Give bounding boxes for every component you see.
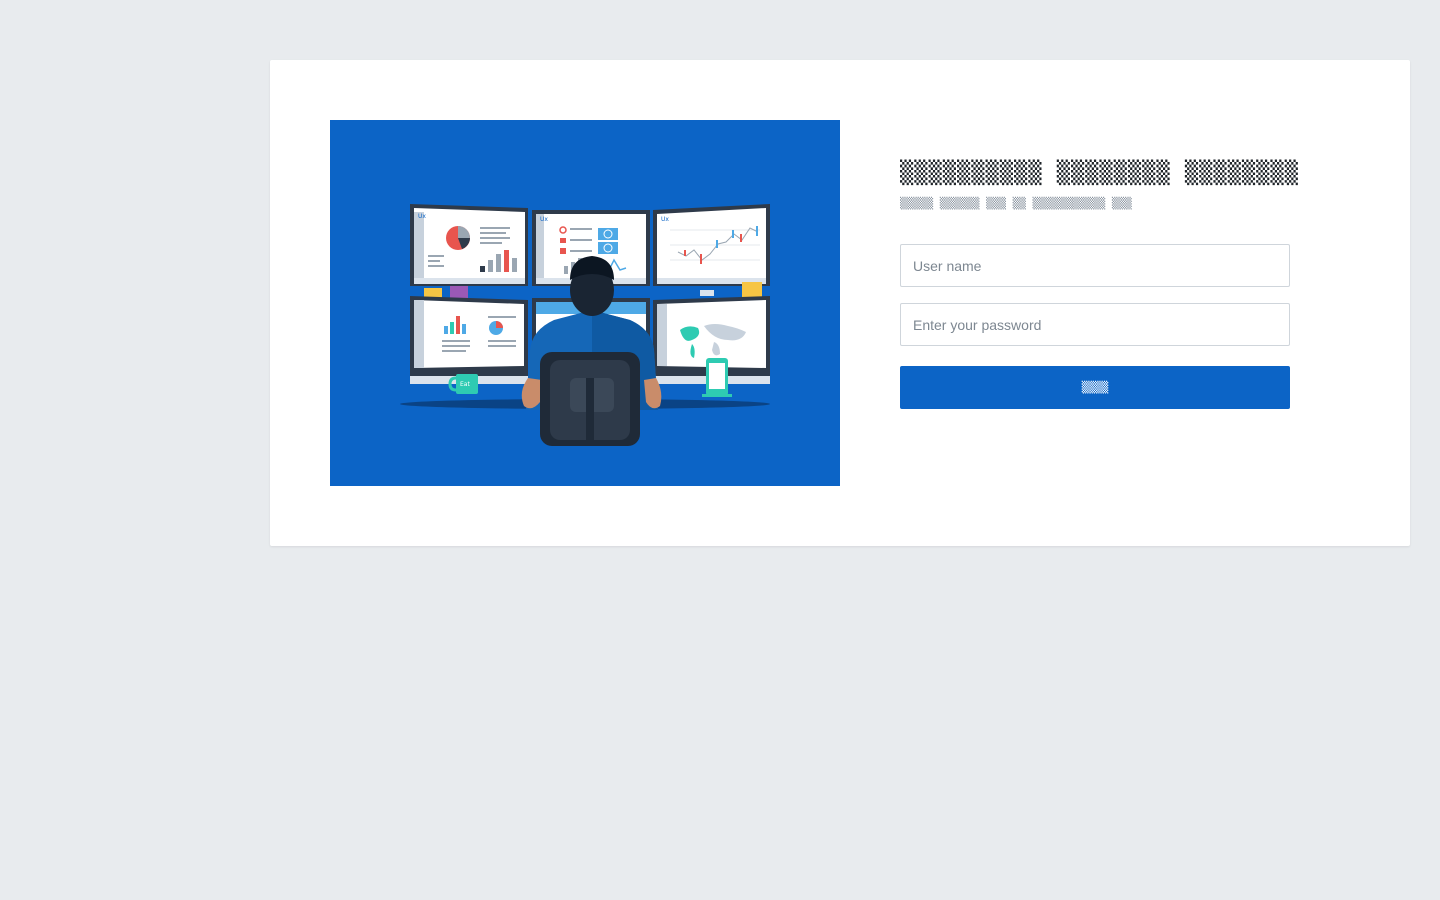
login-button[interactable]: ▒▒▒▒	[900, 366, 1290, 409]
login-card: Ux Ux Ux Eat ▒▒▒▒▒▒▒▒▒▒ ▒▒▒▒▒▒▒▒ ▒▒▒▒▒▒▒…	[270, 60, 1410, 546]
hero-illustration: Ux Ux Ux Eat	[330, 120, 840, 486]
office-chair	[540, 352, 640, 446]
username-input[interactable]	[900, 244, 1290, 287]
monitor-top-left: Ux	[410, 204, 528, 286]
svg-text:Ux: Ux	[418, 213, 426, 220]
login-subtitle: ▒▒▒▒▒ ▒▒▒▒▒▒ ▒▒▒ ▒▒ ▒▒▒▒▒▒▒▒▒▒▒ ▒▒▒	[900, 197, 1132, 210]
svg-text:Ux: Ux	[540, 216, 548, 223]
monitoring-workstation-illustration: Ux Ux Ux Eat	[400, 204, 770, 446]
login-form: ▒▒▒▒▒▒▒▒▒▒ ▒▒▒▒▒▒▒▒ ▒▒▒▒▒▒▒▒ ▒▒▒▒▒ ▒▒▒▒▒…	[900, 160, 1299, 409]
password-input[interactable]	[900, 303, 1290, 346]
monitor-bottom-left	[410, 296, 528, 384]
login-title: ▒▒▒▒▒▒▒▒▒▒ ▒▒▒▒▒▒▒▒ ▒▒▒▒▒▒▒▒	[900, 161, 1299, 186]
phone	[702, 358, 732, 397]
svg-text:Ux: Ux	[661, 216, 669, 223]
svg-text:Eat: Eat	[460, 381, 470, 388]
